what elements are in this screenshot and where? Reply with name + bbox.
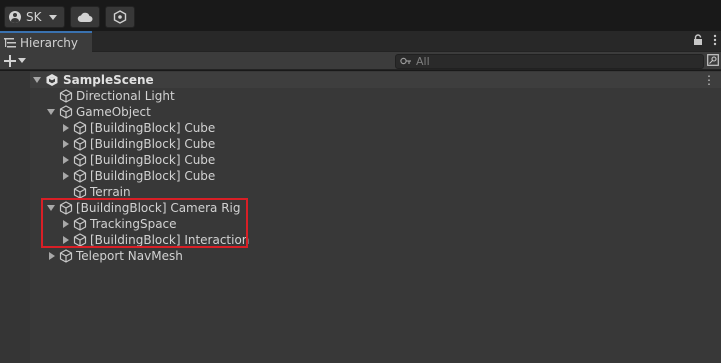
tree-item-terrain[interactable]: Terrain xyxy=(30,184,721,200)
hierarchy-toolbar xyxy=(0,52,721,70)
gameobject-icon xyxy=(59,249,73,263)
create-dropdown-button[interactable] xyxy=(4,52,26,70)
tree-item-directional-light[interactable]: Directional Light xyxy=(30,88,721,104)
tree-item-label: [BuildingBlock] Cube xyxy=(90,153,216,167)
scene-name: SampleScene xyxy=(63,73,154,87)
foldout-collapsed-icon[interactable] xyxy=(61,123,71,133)
foldout-expanded-icon[interactable] xyxy=(46,203,56,213)
tree-item-label: Terrain xyxy=(90,185,131,199)
gameobject-icon xyxy=(59,89,73,103)
gameobject-icon xyxy=(73,233,87,247)
tab-hierarchy[interactable]: Hierarchy xyxy=(0,31,92,52)
tree-item-label: Directional Light xyxy=(76,89,175,103)
foldout-collapsed-icon[interactable] xyxy=(61,235,71,245)
gameobject-icon xyxy=(73,169,87,183)
search-mode-icon[interactable] xyxy=(707,54,719,66)
cloud-icon xyxy=(77,12,93,22)
foldout-collapsed-icon[interactable] xyxy=(61,171,71,181)
top-toolbar: SK xyxy=(0,0,721,31)
tree-gutter xyxy=(0,71,30,363)
foldout-collapsed-icon[interactable] xyxy=(47,251,57,261)
tab-tools xyxy=(693,34,717,46)
search-icon xyxy=(400,57,411,65)
account-label: SK xyxy=(26,10,42,24)
tree-item-camera-rig[interactable]: [BuildingBlock] Camera Rig xyxy=(30,200,721,216)
unity-scene-icon xyxy=(46,74,58,86)
scene-menu-icon[interactable]: ⋮ xyxy=(703,73,715,87)
search-input[interactable] xyxy=(416,55,676,68)
tree-item-gameobject[interactable]: GameObject xyxy=(30,104,721,120)
tree-item-teleport-navmesh[interactable]: Teleport NavMesh xyxy=(30,248,721,264)
account-dropdown[interactable]: SK xyxy=(4,6,65,28)
tree-item-tracking-space[interactable]: TrackingSpace xyxy=(30,216,721,232)
foldout-collapsed-icon[interactable] xyxy=(61,219,71,229)
tree-item-label: [BuildingBlock] Cube xyxy=(90,169,216,183)
foldout-collapsed-icon[interactable] xyxy=(61,155,71,165)
gameobject-icon xyxy=(73,121,87,135)
hierarchy-tree: SampleScene ⋮ Directional Light GameObje… xyxy=(0,71,721,363)
tree-item-cube[interactable]: [BuildingBlock] Cube xyxy=(30,136,721,152)
collab-icon xyxy=(113,10,127,24)
hierarchy-icon xyxy=(4,37,16,47)
tree-item-label: Teleport NavMesh xyxy=(76,249,183,263)
tree-item-label: [BuildingBlock] Camera Rig xyxy=(76,201,241,215)
gameobject-icon xyxy=(73,185,87,199)
chevron-down-icon xyxy=(18,58,26,63)
chevron-down-icon xyxy=(48,14,57,20)
collab-button[interactable] xyxy=(105,6,135,28)
tab-strip: Hierarchy xyxy=(0,31,721,52)
tree-item-cube[interactable]: [BuildingBlock] Cube xyxy=(30,152,721,168)
tree-item-cube[interactable]: [BuildingBlock] Cube xyxy=(30,168,721,184)
gameobject-icon xyxy=(59,105,73,119)
lock-icon[interactable] xyxy=(693,34,703,46)
tree-item-label: [BuildingBlock] Interaction xyxy=(90,233,250,247)
gameobject-icon xyxy=(73,153,87,167)
gameobject-icon xyxy=(73,217,87,231)
tree-item-label: [BuildingBlock] Cube xyxy=(90,137,216,151)
tree-item-label: GameObject xyxy=(76,105,151,119)
plus-icon xyxy=(4,55,16,67)
gameobject-icon xyxy=(73,137,87,151)
search-field[interactable] xyxy=(395,54,704,69)
tree-item-label: TrackingSpace xyxy=(90,217,177,231)
scene-row[interactable]: SampleScene ⋮ xyxy=(30,72,721,88)
gameobject-icon xyxy=(59,201,73,215)
tab-label: Hierarchy xyxy=(20,35,79,50)
cloud-button[interactable] xyxy=(70,6,100,28)
more-options-icon[interactable] xyxy=(713,34,717,46)
tree-item-interaction[interactable]: [BuildingBlock] Interaction xyxy=(30,232,721,248)
foldout-expanded-icon[interactable] xyxy=(46,107,56,117)
tree-item-label: [BuildingBlock] Cube xyxy=(90,121,216,135)
account-icon xyxy=(9,11,21,23)
foldout-collapsed-icon[interactable] xyxy=(61,139,71,149)
foldout-expanded-icon[interactable] xyxy=(32,75,42,85)
tree-item-cube[interactable]: [BuildingBlock] Cube xyxy=(30,120,721,136)
